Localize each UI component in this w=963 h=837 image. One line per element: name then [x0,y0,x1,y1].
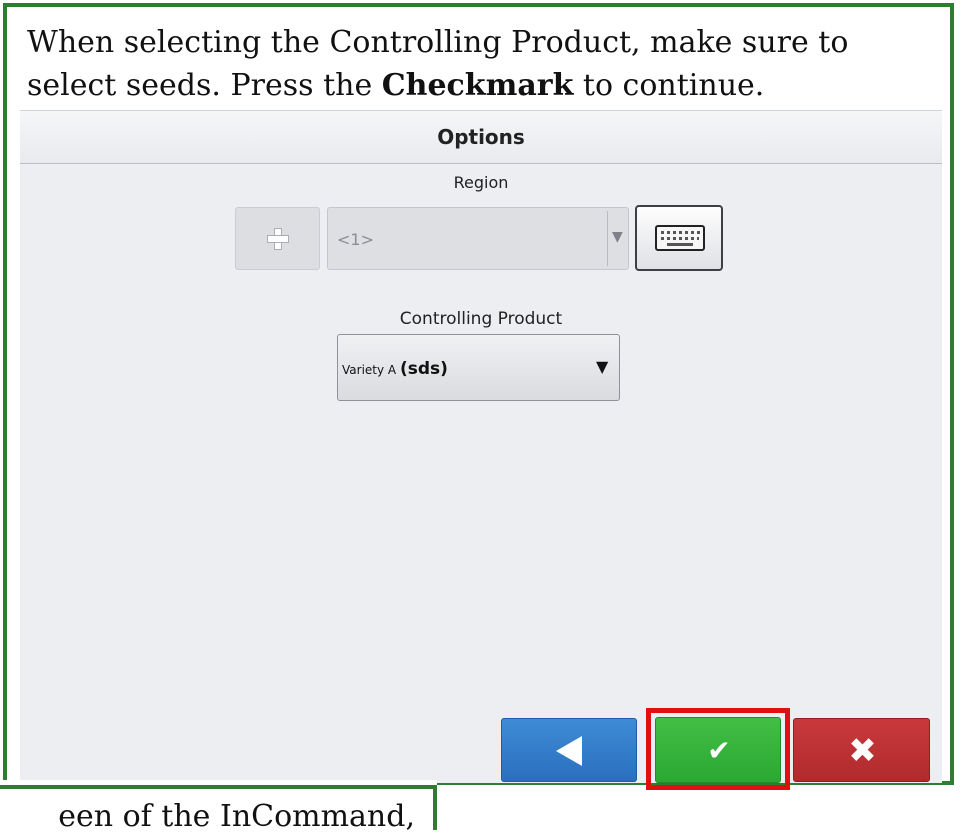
checkmark-button[interactable]: ✔ [655,717,781,783]
cancel-button[interactable]: ✖ [793,718,930,782]
instruction-bold-checkmark: Checkmark [381,68,574,103]
keyboard-icon [655,225,705,251]
back-arrow-icon [556,736,582,766]
checkmark-icon: ✔ [707,734,731,767]
chevron-down-icon: ▼ [596,357,609,376]
instruction-text: When selecting the Controlling Product, … [27,25,849,103]
title-bar: Options [20,111,942,164]
add-region-button[interactable] [235,207,320,270]
controlling-product-select[interactable]: Variety A (sds) ▼ [337,334,620,401]
controlling-product-value: Variety A (sds) [342,359,448,379]
region-select-value: <1> [337,230,374,249]
region-select[interactable]: <1> ▼ [327,207,629,270]
controlling-product-label: Controlling Product [399,309,563,329]
page-title: Options [437,125,525,149]
bottom-caption-text: een of the InCommand, [58,799,415,834]
back-button[interactable] [501,718,637,782]
chevron-down-icon: ▼ [612,229,623,245]
bottom-caption-box: een of the InCommand, [0,785,437,834]
close-icon: ✖ [848,731,877,771]
keyboard-button[interactable] [635,205,723,271]
plus-icon [267,228,289,250]
region-label: Region [453,173,509,192]
region-select-divider [607,211,608,266]
device-screen: Options Region <1> ▼ Controlling Product… [20,110,942,790]
